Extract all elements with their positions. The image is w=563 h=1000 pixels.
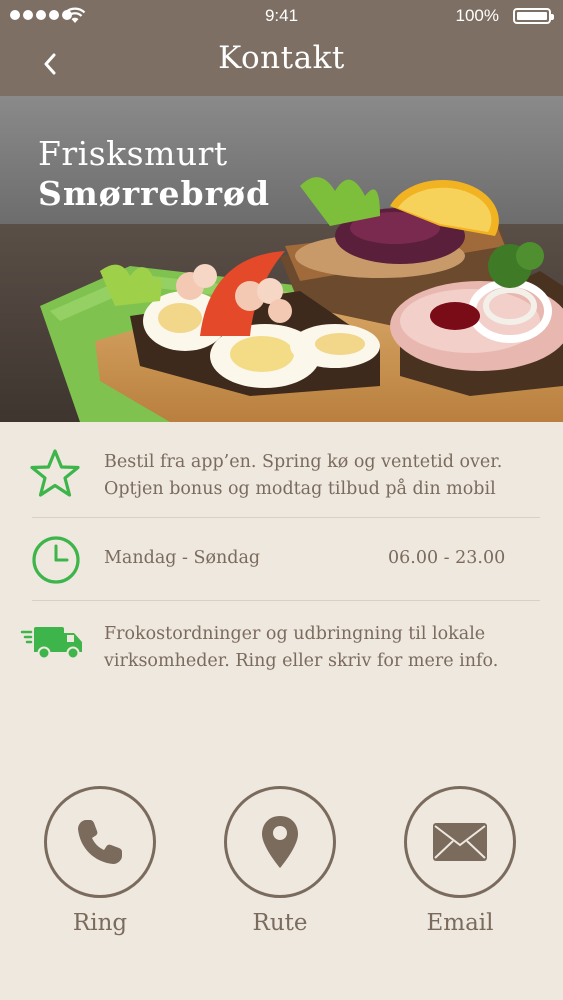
info-text-line: virksomheder. Ring eller skriv for mere …	[104, 651, 499, 671]
battery-percentage: 100%	[455, 6, 499, 25]
star-icon	[30, 449, 80, 497]
opening-days: Mandag - Søndag	[104, 548, 261, 568]
delivery-truck-icon	[20, 627, 82, 660]
navigation-bar: Kontakt	[0, 32, 563, 96]
info-row-delivery: Frokostordninger og udbringning til loka…	[0, 601, 563, 696]
route-button[interactable]	[224, 786, 336, 898]
email-label[interactable]: Email	[390, 910, 530, 936]
info-text-line: Bestil fra app’en. Spring kø og ventetid…	[104, 452, 503, 472]
info-row-app: Bestil fra app’en. Spring kø og ventetid…	[0, 422, 563, 517]
call-label[interactable]: Ring	[30, 910, 170, 936]
page-title: Kontakt	[218, 40, 345, 76]
map-pin-icon	[262, 816, 298, 868]
info-text-line: Frokostordninger og udbringning til loka…	[104, 624, 486, 644]
info-text-line: Optjen bonus og modtag tilbud på din mob…	[104, 479, 496, 499]
route-label[interactable]: Rute	[210, 910, 350, 936]
info-row-hours: Mandag - Søndag 06.00 - 23.00	[0, 518, 563, 600]
envelope-icon	[433, 823, 487, 861]
clock-icon	[32, 536, 80, 584]
email-button[interactable]	[404, 786, 516, 898]
call-button[interactable]	[44, 786, 156, 898]
hero-title-line2: Smørrebrød	[38, 174, 271, 213]
hero-banner: Frisksmurt Smørrebrød	[0, 96, 563, 422]
opening-hours: 06.00 - 23.00	[388, 548, 506, 568]
hero-title-line1: Frisksmurt	[38, 134, 228, 173]
battery-icon	[513, 8, 554, 24]
phone-icon	[78, 820, 122, 864]
status-bar: 9:41 100%	[0, 0, 563, 32]
